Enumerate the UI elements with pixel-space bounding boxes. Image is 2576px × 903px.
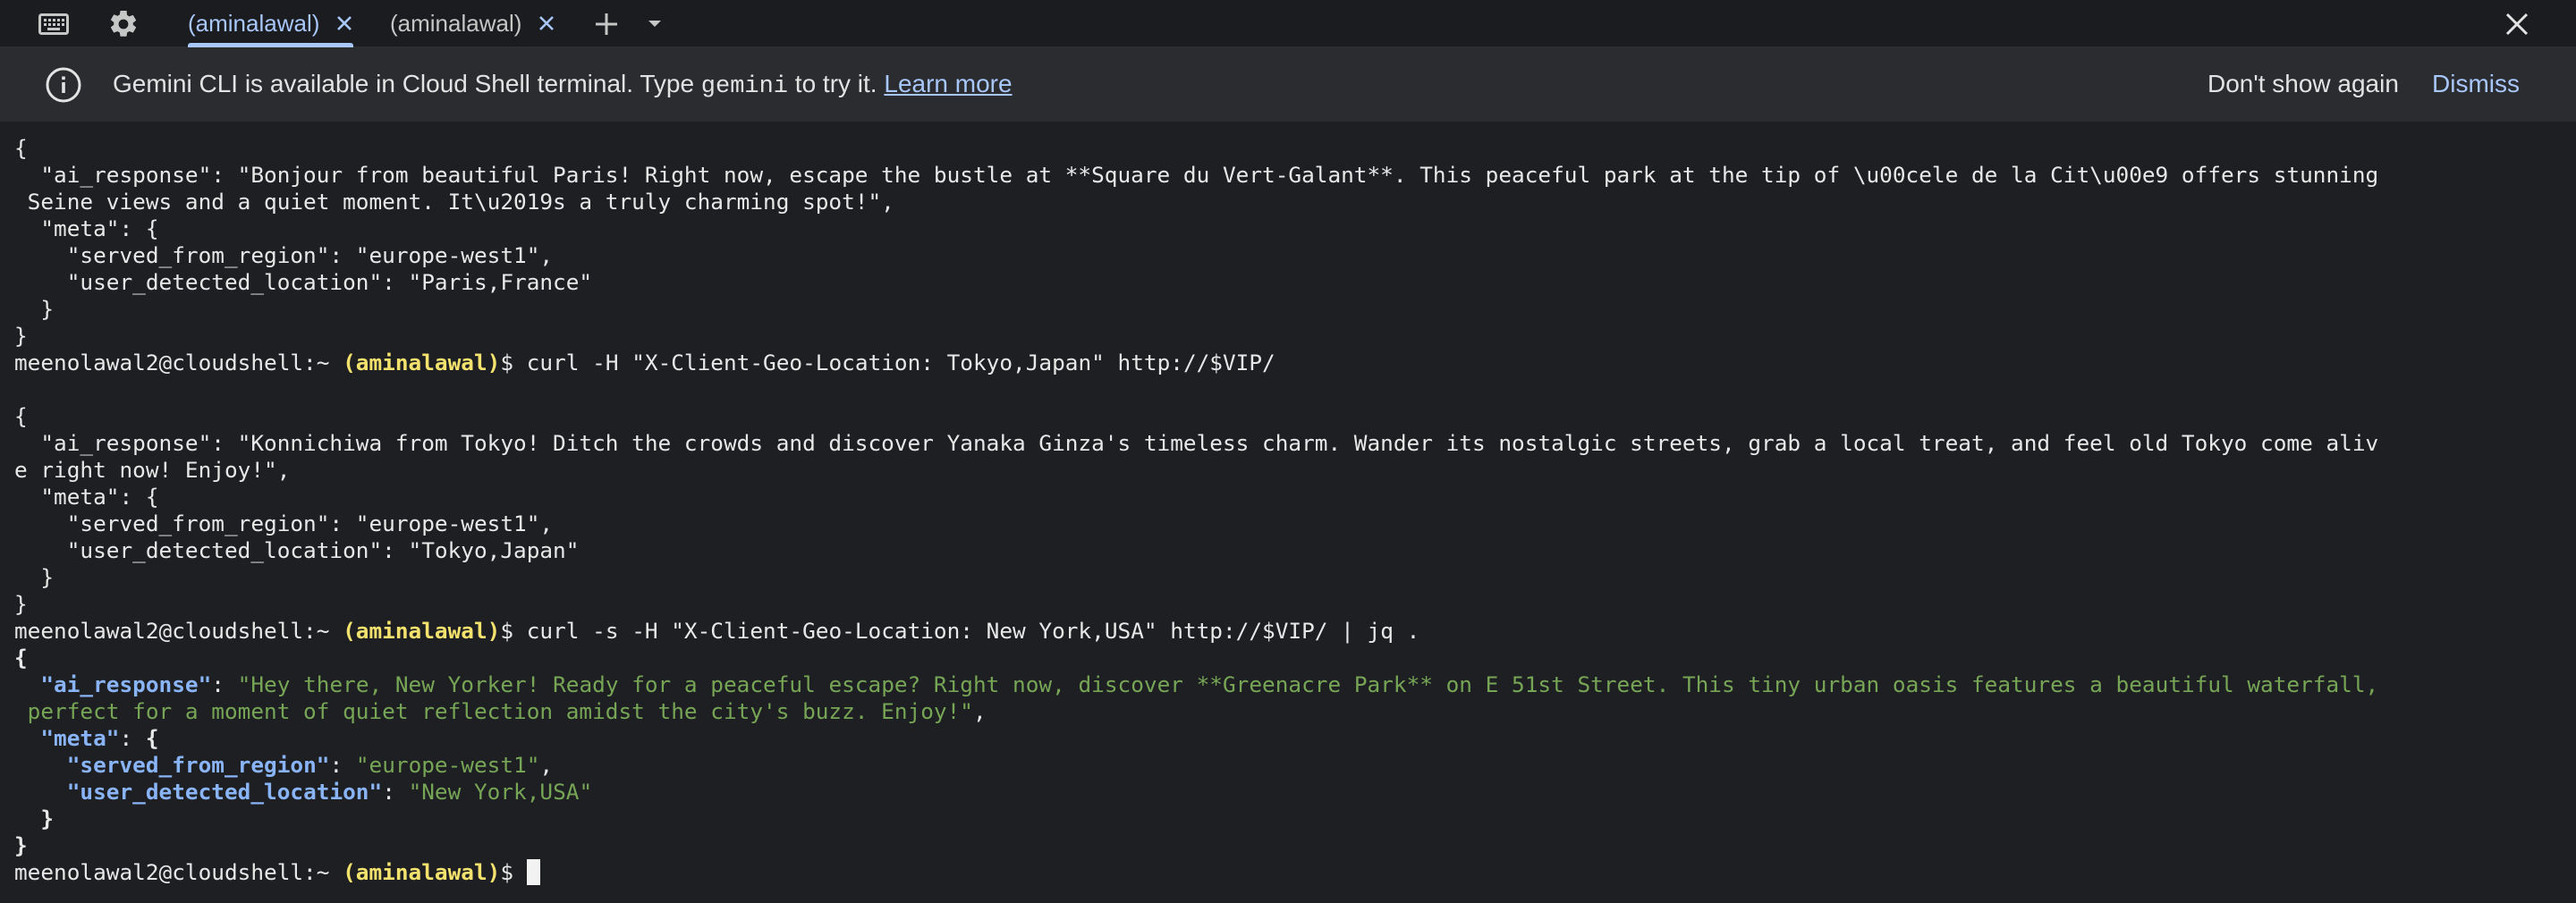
json-brace: { [145, 725, 159, 751]
close-icon[interactable] [335, 14, 353, 32]
close-icon[interactable] [538, 14, 555, 32]
banner-text-after: to try it. [788, 70, 885, 97]
json-string: "europe-west1" [355, 752, 540, 778]
json-sep: : [119, 725, 146, 751]
json-line: Seine views and a quiet moment. It\u2019… [14, 189, 894, 215]
json-key: "ai_response" [40, 671, 212, 697]
info-icon [45, 66, 82, 104]
dont-show-again-button[interactable]: Don't show again [2207, 70, 2399, 98]
chevron-down-icon[interactable] [635, 4, 674, 44]
json-string: "Hey there, New Yorker! Ready for a peac… [237, 671, 2379, 697]
terminal-cursor [526, 859, 540, 885]
json-line: "meta": { [14, 725, 159, 752]
json-sep: : [382, 779, 409, 805]
json-sep: : [329, 752, 356, 778]
terminal-output[interactable]: { "ai_response": "Bonjour from beautiful… [0, 122, 2576, 903]
json-sep: : [211, 671, 238, 697]
tab-aminalawal-2[interactable]: (aminalawal) [390, 0, 555, 46]
json-line: e right now! Enjoy!", [14, 457, 291, 483]
json-string: "New York,USA" [408, 779, 593, 805]
plus-icon[interactable] [587, 4, 626, 44]
shell-prompt-line: meenolawal2@cloudshell:~ (aminalawal)$ c… [14, 618, 1419, 645]
json-line: "served_from_region": "europe-west1", [14, 511, 554, 536]
prompt-host: meenolawal2@cloudshell:~ [14, 859, 343, 885]
prompt-project: (aminalawal) [343, 350, 501, 376]
json-line: { [14, 135, 28, 161]
json-line: "meta": { [14, 484, 159, 510]
prompt-dollar: $ [500, 618, 527, 644]
json-line: { [14, 403, 28, 429]
prompt-host: meenolawal2@cloudshell:~ [14, 350, 343, 376]
json-line: "ai_response": "Konnichiwa from Tokyo! D… [14, 430, 2379, 456]
json-line: } [14, 564, 55, 590]
json-line: "ai_response": "Bonjour from beautiful P… [14, 162, 2379, 188]
keyboard-icon[interactable] [34, 4, 73, 44]
command-text: curl -s -H "X-Client-Geo-Location: New Y… [526, 618, 1420, 644]
learn-more-link[interactable]: Learn more [884, 70, 1012, 97]
command-text: curl -H "X-Client-Geo-Location: Tokyo,Ja… [526, 350, 1275, 376]
prompt-project: (aminalawal) [343, 618, 501, 644]
json-line: } [14, 806, 55, 831]
dismiss-button[interactable]: Dismiss [2432, 70, 2520, 98]
json-comma: , [972, 698, 987, 724]
banner-message: Gemini CLI is available in Cloud Shell t… [113, 70, 1013, 100]
tab-aminalawal-1[interactable]: (aminalawal) [188, 0, 354, 47]
shell-prompt-line: meenolawal2@cloudshell:~ (aminalawal)$ c… [14, 350, 1275, 376]
json-comma: , [539, 752, 554, 778]
json-key: "served_from_region" [66, 752, 330, 778]
json-line: "ai_response": "Hey there, New Yorker! R… [14, 671, 2378, 698]
json-line: "user_detected_location": "Paris,France" [14, 269, 593, 295]
tab-label: (aminalawal) [390, 9, 522, 37]
json-line: { [14, 645, 28, 671]
gear-icon[interactable] [104, 4, 143, 44]
json-line: perfect for a moment of quiet reflection… [14, 698, 987, 725]
prompt-project: (aminalawal) [343, 859, 501, 885]
json-line: "meta": { [14, 215, 159, 241]
prompt-dollar: $ [500, 350, 527, 376]
json-line: } [14, 323, 28, 349]
shell-prompt-line[interactable]: meenolawal2@cloudshell:~ (aminalawal)$ [14, 859, 540, 886]
json-key: "user_detected_location" [66, 779, 383, 805]
prompt-host: meenolawal2@cloudshell:~ [14, 618, 343, 644]
gemini-cli-banner: Gemini CLI is available in Cloud Shell t… [0, 48, 2576, 122]
tab-bar: (aminalawal) (aminalawal) [0, 0, 2576, 48]
json-line: "user_detected_location": "New York,USA" [14, 779, 592, 806]
json-line: "served_from_region": "europe-west1", [14, 752, 553, 779]
close-window-icon[interactable] [2497, 4, 2537, 44]
json-line: } [14, 832, 28, 858]
json-key: "meta" [40, 725, 120, 751]
json-string: perfect for a moment of quiet reflection… [14, 698, 973, 724]
json-line: "user_detected_location": "Tokyo,Japan" [14, 537, 580, 563]
banner-text: Gemini CLI is available in Cloud Shell t… [113, 70, 701, 97]
json-line: } [14, 591, 28, 617]
json-line: } [14, 296, 55, 322]
json-line: "served_from_region": "europe-west1", [14, 242, 554, 268]
banner-code: gemini [700, 73, 789, 100]
tab-label: (aminalawal) [188, 9, 320, 37]
prompt-dollar: $ [500, 859, 527, 885]
